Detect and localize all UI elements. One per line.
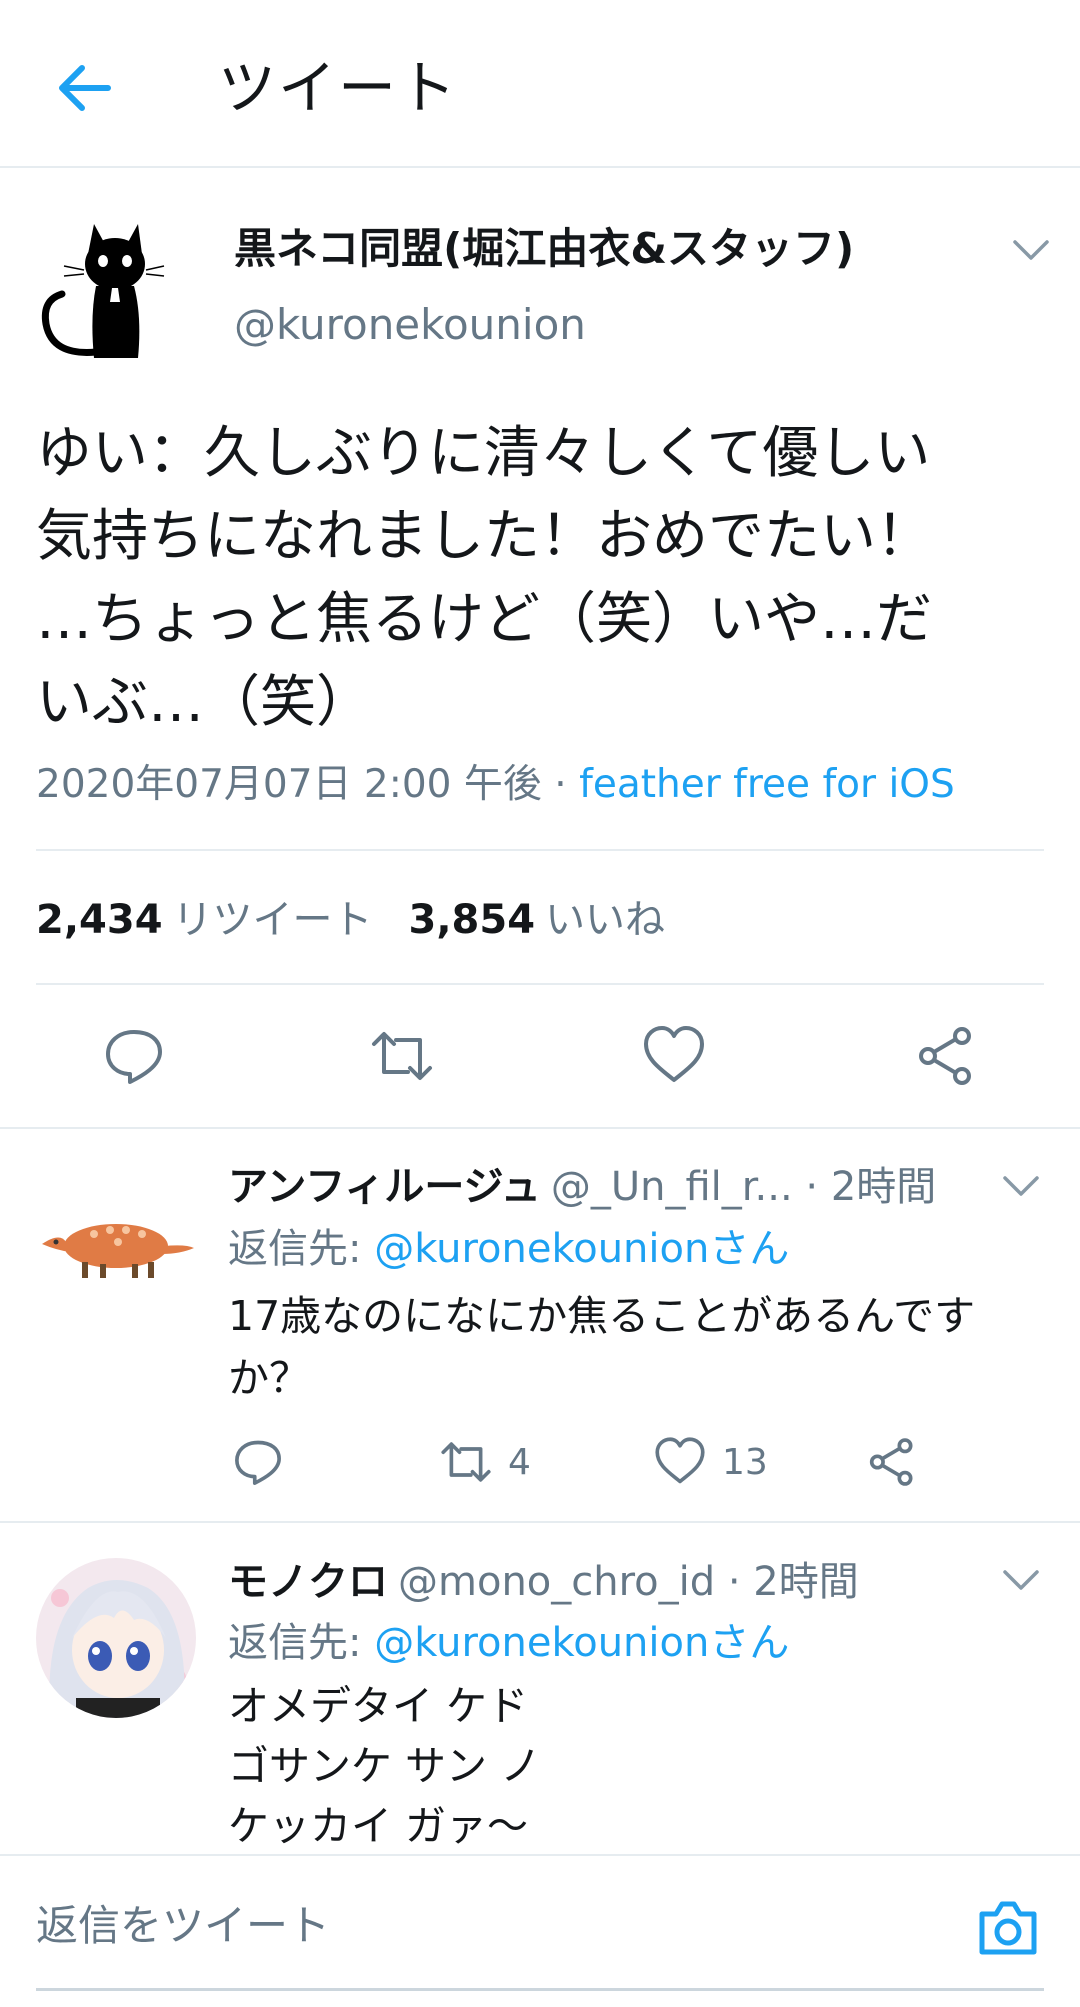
share-icon	[869, 1438, 913, 1486]
like-count: 3,854	[408, 897, 536, 943]
reply-author-name: アンフィルージュ	[228, 1164, 541, 1210]
compose-bar: 返信をツイート	[0, 1854, 1080, 2007]
compose-input[interactable]: 返信をツイート	[36, 1898, 330, 1954]
tweet-text-line: いぶ…（笑）	[36, 670, 372, 735]
chevron-down-icon[interactable]	[1001, 1566, 1041, 1594]
app-header: ツイート	[0, 0, 1080, 168]
reply-text-line: ゴサンケ サン ノ	[228, 1742, 542, 1790]
reply-icon	[235, 1440, 281, 1485]
tweet-text-line: ゆい：久しぶりに清々しくて優しい	[36, 421, 931, 486]
like-button[interactable]: 13	[654, 1434, 768, 1490]
like-label: いいね	[545, 897, 666, 943]
reply-to-prefix: 返信先:	[228, 1226, 375, 1272]
divider	[0, 1521, 1080, 1523]
retweet-icon[interactable]	[370, 1024, 434, 1088]
reply-time: · 2時間	[792, 1164, 937, 1210]
reply-icon[interactable]	[102, 1024, 166, 1088]
reply-text-line: か？	[228, 1354, 310, 1402]
retweet-count: 4	[508, 1441, 531, 1483]
reply-author-handle: @_Un_fil_r...	[550, 1164, 793, 1210]
reply-avatar[interactable]	[36, 1558, 196, 1718]
tweet-text-line: …ちょっと焦るけど（笑）いや…だ	[36, 587, 932, 652]
retweet-icon	[441, 1442, 491, 1482]
retweet-stat[interactable]: 2,434 リツイート	[36, 897, 373, 943]
chevron-down-icon[interactable]	[1011, 236, 1051, 264]
reply-author[interactable]: アンフィルージュ @_Un_fil_r... · 2時間	[228, 1160, 936, 1214]
like-count: 13	[722, 1441, 768, 1483]
meta-separator: ·	[541, 762, 580, 807]
reply-to-line: 返信先: @kuronekounionさん	[228, 1616, 789, 1670]
tweet-stats: 2,434 リツイート 3,854 いいね	[36, 892, 665, 948]
reply-to-prefix: 返信先:	[228, 1620, 375, 1666]
divider	[36, 983, 1044, 985]
reply-author[interactable]: モノクロ @mono_chro_id · 2時間	[228, 1555, 859, 1609]
reply-to-link[interactable]: @kuronekounionさん	[374, 1226, 789, 1272]
compose-underline	[36, 1988, 1044, 1991]
reply-to-line: 返信先: @kuronekounionさん	[228, 1222, 789, 1276]
author-avatar[interactable]	[38, 206, 168, 366]
retweet-count: 2,434	[36, 897, 163, 943]
tweet-text: ゆい：久しぶりに清々しくて優しい 気持ちになれました！おめでたい！ …ちょっと焦…	[36, 412, 1056, 744]
retweet-label: リツイート	[172, 897, 373, 943]
reply-text-line: ケッカイ ガァ～	[228, 1802, 529, 1850]
reply-avatar[interactable]	[36, 1162, 196, 1322]
page-title: ツイート	[218, 54, 459, 122]
reply-text: 17歳なのになにか焦ることがあるんです か？	[228, 1285, 975, 1409]
tweet-text-line: 気持ちになれました！おめでたい！	[36, 504, 932, 569]
reply-author-name: モノクロ	[228, 1559, 388, 1605]
retweet-button[interactable]: 4	[440, 1434, 531, 1490]
reply-author-handle: @mono_chro_id	[398, 1559, 716, 1605]
camera-icon[interactable]	[976, 1896, 1040, 1960]
share-icon[interactable]	[914, 1024, 978, 1088]
tweet-meta: 2020年07月07日 2:00 午後 · feather free for i…	[36, 758, 955, 812]
reply-to-link[interactable]: @kuronekounionさん	[374, 1620, 789, 1666]
reply-text-line: 17歳なのになにか焦ることがあるんです	[228, 1292, 976, 1340]
back-arrow-icon[interactable]	[52, 56, 116, 120]
heart-icon[interactable]	[642, 1024, 706, 1088]
divider	[0, 1127, 1080, 1129]
share-button[interactable]	[866, 1434, 918, 1490]
like-stat[interactable]: 3,854 いいね	[409, 897, 666, 943]
chevron-down-icon[interactable]	[1001, 1172, 1041, 1200]
reply-text-line: オメデタイ ケド	[228, 1682, 529, 1730]
author-name[interactable]: 黒ネコ同盟(堀江由衣&スタッフ)	[234, 222, 854, 276]
divider	[36, 849, 1044, 851]
reply-button[interactable]	[232, 1434, 284, 1490]
reply-text: オメデタイ ケド ゴサンケ サン ノ ケッカイ ガァ～	[228, 1676, 541, 1856]
reply-time: · 2時間	[715, 1559, 859, 1605]
heart-icon	[655, 1437, 705, 1484]
author-handle[interactable]: @kuronekounion	[234, 298, 586, 352]
tweet-timestamp: 2020年07月07日 2:00 午後	[36, 762, 542, 807]
tweet-source-link[interactable]: feather free for iOS	[579, 762, 955, 807]
